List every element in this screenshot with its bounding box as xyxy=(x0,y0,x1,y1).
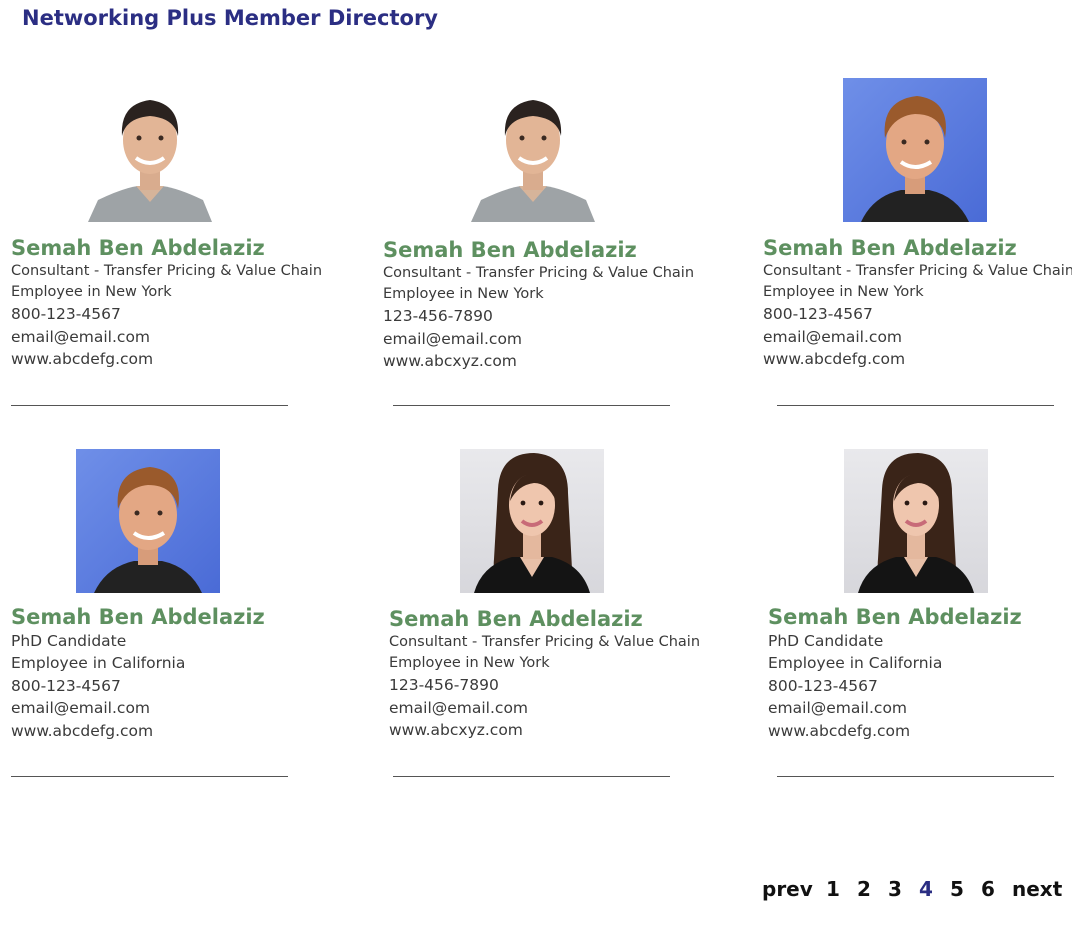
member-email[interactable]: email@email.com xyxy=(11,697,265,720)
woman-dark-hair-photo xyxy=(460,449,604,593)
member-phone[interactable]: 123-456-7890 xyxy=(383,305,694,328)
member-location: Employee in California xyxy=(11,654,186,672)
member-phone[interactable]: 800-123-4567 xyxy=(11,675,265,698)
member-email[interactable]: email@email.com xyxy=(389,697,700,720)
member-name[interactable]: Semah Ben Abdelaziz xyxy=(383,238,694,263)
member-title: Consultant - Transfer Pricing & Value Ch… xyxy=(383,265,695,281)
member-location: Employee in New York xyxy=(11,284,172,300)
man-gray-shirt-photo xyxy=(461,78,605,222)
member-website[interactable]: www.abcdefg.com xyxy=(11,720,265,743)
page-link-3[interactable]: 3 xyxy=(888,877,902,901)
prev-page-link[interactable]: prev xyxy=(762,877,813,901)
member-title: Consultant - Transfer Pricing & Value Ch… xyxy=(763,263,1072,279)
member-website[interactable]: www.abcdefg.com xyxy=(768,720,1022,743)
member-email[interactable]: email@email.com xyxy=(383,328,694,351)
member-email[interactable]: email@email.com xyxy=(768,697,1022,720)
member-title: Consultant - Transfer Pricing & Value Ch… xyxy=(389,634,701,650)
member-title: PhD Candidate xyxy=(768,632,884,650)
man-gray-shirt-photo xyxy=(78,78,222,222)
member-location: Employee in New York xyxy=(383,286,544,302)
member-website[interactable]: www.abcxyz.com xyxy=(383,350,694,373)
member-email[interactable]: email@email.com xyxy=(763,326,1072,349)
member-phone[interactable]: 123-456-7890 xyxy=(389,674,700,697)
member-name[interactable]: Semah Ben Abdelaziz xyxy=(11,605,265,630)
man-blue-background-photo xyxy=(76,449,220,593)
man-blue-background-photo xyxy=(843,78,987,222)
member-location: Employee in California xyxy=(768,654,943,672)
page-link-4-current[interactable]: 4 xyxy=(919,877,933,901)
member-name[interactable]: Semah Ben Abdelaziz xyxy=(11,236,322,261)
member-website[interactable]: www.abcdefg.com xyxy=(763,348,1072,371)
page-title: Networking Plus Member Directory xyxy=(22,6,439,30)
member-title: PhD Candidate xyxy=(11,632,127,650)
member-website[interactable]: www.abcdefg.com xyxy=(11,348,322,371)
member-name[interactable]: Semah Ben Abdelaziz xyxy=(768,605,1022,630)
member-name[interactable]: Semah Ben Abdelaziz xyxy=(763,236,1072,261)
member-phone[interactable]: 800-123-4567 xyxy=(768,675,1022,698)
card-divider xyxy=(393,776,670,777)
page-link-6[interactable]: 6 xyxy=(981,877,995,901)
card-divider xyxy=(777,405,1054,406)
page-link-1[interactable]: 1 xyxy=(826,877,840,901)
page-link-5[interactable]: 5 xyxy=(950,877,964,901)
card-divider xyxy=(11,405,288,406)
member-website[interactable]: www.abcxyz.com xyxy=(389,719,700,742)
next-page-link[interactable]: next xyxy=(1012,877,1062,901)
member-phone[interactable]: 800-123-4567 xyxy=(11,303,322,326)
member-phone[interactable]: 800-123-4567 xyxy=(763,303,1072,326)
member-location: Employee in New York xyxy=(763,284,924,300)
member-email[interactable]: email@email.com xyxy=(11,326,322,349)
member-name[interactable]: Semah Ben Abdelaziz xyxy=(389,607,700,632)
page-link-2[interactable]: 2 xyxy=(857,877,871,901)
member-title: Consultant - Transfer Pricing & Value Ch… xyxy=(11,263,323,279)
card-divider xyxy=(393,405,670,406)
woman-dark-hair-photo xyxy=(844,449,988,593)
card-divider xyxy=(777,776,1054,777)
card-divider xyxy=(11,776,288,777)
member-location: Employee in New York xyxy=(389,655,550,671)
